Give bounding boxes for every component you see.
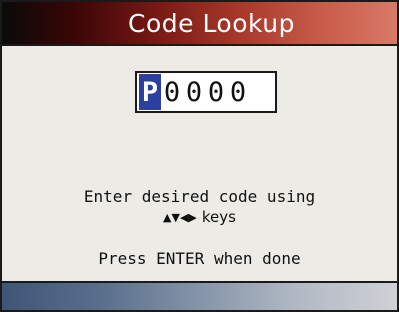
code-lookup-screen: Code Lookup P0000 Enter desired code usi…: [0, 0, 399, 312]
arrow-down-icon: ▼: [171, 211, 180, 224]
arrow-left-icon: ◀: [179, 211, 189, 224]
instruction-text: Enter desired code using: [83, 187, 316, 206]
arrow-up-icon: ▲: [163, 211, 172, 224]
code-char-digit-2[interactable]: 0: [183, 74, 205, 110]
arrow-right-icon: ▶: [188, 211, 197, 224]
enter-prompt: Press ENTER when done: [98, 249, 301, 268]
bottom-status-bar: [2, 281, 397, 310]
instruction-keys-line: ▲▼◀▶ keys: [2, 207, 397, 228]
dtc-code-input[interactable]: P0000: [135, 71, 277, 113]
code-char-digit-1[interactable]: 0: [161, 74, 183, 110]
code-char-digit-3[interactable]: 0: [205, 74, 227, 110]
code-char-prefix-selected[interactable]: P: [139, 74, 161, 110]
screen-title: Code Lookup: [128, 9, 295, 38]
title-bar: Code Lookup: [2, 2, 397, 46]
keys-label: keys: [201, 208, 236, 226]
code-char-digit-4[interactable]: 0: [227, 74, 249, 110]
